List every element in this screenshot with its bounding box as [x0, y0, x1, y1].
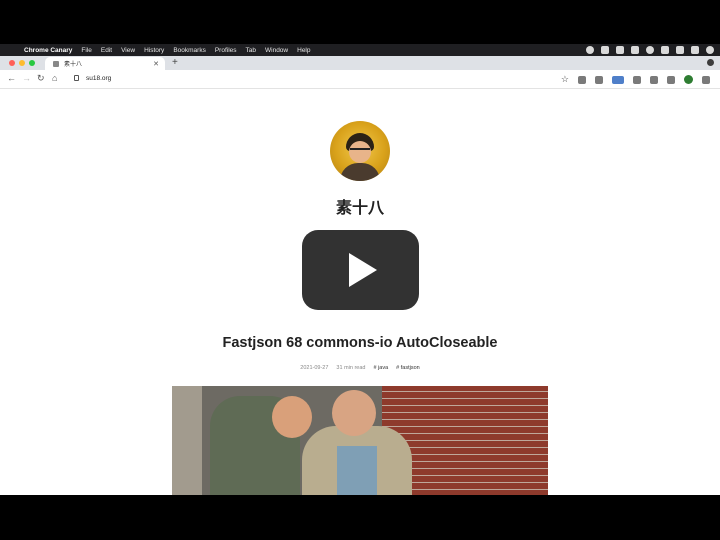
- image-doorframe: [172, 386, 202, 495]
- browser-window: 素十八 ✕ + ← → ↻ ⌂ su18.org ☆ 素十八 Fastjson …: [0, 56, 720, 495]
- tab-active[interactable]: 素十八 ✕: [45, 57, 165, 70]
- menu-edit[interactable]: Edit: [101, 47, 112, 54]
- close-window-icon[interactable]: [9, 60, 15, 66]
- avatar[interactable]: [330, 121, 390, 181]
- video-play-button[interactable]: [302, 230, 419, 310]
- menu-app-name[interactable]: Chrome Canary: [24, 47, 72, 54]
- battery-icon[interactable]: [616, 46, 624, 54]
- display-icon[interactable]: [676, 46, 684, 54]
- tab-search-icon[interactable]: [707, 59, 714, 66]
- tab-title: 素十八: [64, 62, 83, 68]
- menu-bookmarks[interactable]: Bookmarks: [173, 47, 206, 54]
- image-head-right: [332, 390, 376, 436]
- record-icon[interactable]: [586, 46, 594, 54]
- minimize-window-icon[interactable]: [19, 60, 25, 66]
- macos-menu-bar: Chrome Canary File Edit View History Boo…: [0, 44, 720, 56]
- zoom-window-icon[interactable]: [29, 60, 35, 66]
- extension-icon[interactable]: [633, 75, 641, 84]
- post-read-time: 31 min read: [336, 365, 366, 371]
- menu-help[interactable]: Help: [297, 47, 310, 54]
- control-center-icon[interactable]: [646, 46, 654, 54]
- screen-icon[interactable]: [601, 46, 609, 54]
- siri-icon[interactable]: [706, 46, 714, 54]
- kebab-menu-icon[interactable]: [702, 75, 710, 84]
- menu-window[interactable]: Window: [265, 47, 288, 54]
- reload-icon[interactable]: ↻: [37, 73, 45, 84]
- browser-toolbar: ← → ↻ ⌂ su18.org ☆: [0, 70, 720, 89]
- back-icon[interactable]: ←: [7, 73, 16, 83]
- spotlight-icon[interactable]: [691, 46, 699, 54]
- new-tab-icon[interactable]: +: [172, 57, 178, 68]
- tag-java[interactable]: # java: [373, 365, 388, 371]
- puzzle-icon[interactable]: [650, 75, 658, 84]
- profile-avatar-icon[interactable]: [684, 75, 693, 84]
- sidebar-icon[interactable]: [667, 75, 675, 84]
- post-title[interactable]: Fastjson 68 commons-io AutoCloseable: [0, 335, 720, 351]
- bookmark-star-icon[interactable]: ☆: [561, 74, 569, 85]
- close-tab-icon[interactable]: ✕: [153, 60, 159, 68]
- address-bar[interactable]: su18.org: [70, 73, 570, 85]
- tab-strip: 素十八 ✕ +: [0, 56, 720, 70]
- wifi-icon[interactable]: [661, 46, 669, 54]
- menu-tab[interactable]: Tab: [246, 47, 256, 54]
- avatar-body: [340, 163, 380, 181]
- image-shirt: [337, 446, 377, 495]
- forward-icon[interactable]: →: [22, 73, 31, 83]
- status-tray: [586, 46, 714, 54]
- extension-icon[interactable]: [612, 75, 624, 84]
- tag-fastjson[interactable]: # fastjson: [396, 365, 420, 371]
- extension-icon[interactable]: [578, 75, 586, 84]
- extension-icon[interactable]: [595, 75, 603, 84]
- app-icon[interactable]: [631, 46, 639, 54]
- avatar-glasses: [350, 148, 370, 154]
- post-cover-image[interactable]: [172, 386, 548, 495]
- menu-profiles[interactable]: Profiles: [215, 47, 237, 54]
- post-date: 2021-09-27: [300, 365, 329, 371]
- extensions-area: ☆: [561, 74, 710, 85]
- home-icon[interactable]: ⌂: [52, 73, 57, 83]
- menu-history[interactable]: History: [144, 47, 164, 54]
- site-title[interactable]: 素十八: [0, 194, 720, 218]
- window-controls: [9, 60, 35, 66]
- favicon-icon: [53, 60, 59, 67]
- lock-icon[interactable]: [74, 75, 79, 81]
- play-icon: [349, 253, 377, 287]
- post-meta: 2021-09-27 31 min read # java # fastjson: [0, 365, 720, 371]
- menu-file[interactable]: File: [81, 47, 91, 54]
- menu-view[interactable]: View: [121, 47, 135, 54]
- image-head-left: [272, 396, 312, 438]
- url-text[interactable]: su18.org: [86, 75, 111, 82]
